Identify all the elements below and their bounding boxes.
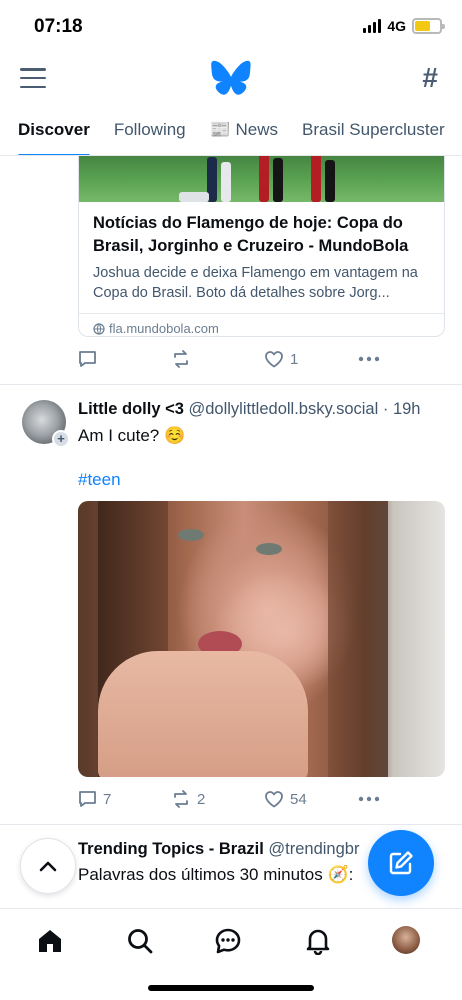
more-options-button[interactable] <box>358 787 380 811</box>
signal-icon <box>363 19 382 33</box>
post-actions: 7 2 54 <box>78 787 448 811</box>
app-header: # <box>0 54 462 104</box>
display-name[interactable]: Little dolly <3 <box>78 400 184 418</box>
chevron-up-icon <box>39 861 57 872</box>
repost-button[interactable] <box>171 347 197 371</box>
nav-notifications[interactable] <box>302 925 334 957</box>
like-button[interactable]: 54 <box>264 787 307 811</box>
globe-icon <box>93 322 105 335</box>
bottom-nav <box>0 908 462 1000</box>
home-indicator <box>148 985 314 991</box>
avatar[interactable]: + <box>22 400 70 448</box>
reply-icon <box>79 351 96 367</box>
chat-icon <box>215 928 241 954</box>
post-separator <box>0 384 462 385</box>
post-text: Palavras dos últimos 30 minutos 🧭: <box>78 865 354 884</box>
battery-icon <box>412 18 445 34</box>
compose-pencil-icon <box>389 851 413 875</box>
reply-icon <box>79 791 96 807</box>
home-icon <box>39 930 61 952</box>
post-text: Am I cute? ☺️ <box>78 426 186 445</box>
butterfly-logo-icon[interactable] <box>211 60 251 96</box>
more-options-button[interactable] <box>358 347 380 371</box>
handle[interactable]: @trendingbr <box>268 840 359 858</box>
repost-icon <box>174 790 188 808</box>
heart-icon <box>265 351 283 368</box>
heart-icon <box>265 791 283 808</box>
repost-button[interactable]: 2 <box>171 787 205 811</box>
more-dots-icon <box>358 356 380 362</box>
link-title: Notícias do Flamengo de hoje: Copa do Br… <box>93 214 409 255</box>
feed-tabs: Discover Following 📰 News Brasil Supercl… <box>0 104 462 156</box>
feed[interactable]: Notícias do Flamengo de hoje: Copa do Br… <box>0 156 462 908</box>
status-icons: 4G <box>363 18 445 34</box>
bell-icon <box>306 929 330 955</box>
nav-chat[interactable] <box>212 925 244 957</box>
menu-icon[interactable] <box>20 66 46 90</box>
post-time: · 19h <box>382 400 421 418</box>
tab-brasil-supercluster[interactable]: Brasil Supercluster <box>302 104 445 155</box>
tab-following[interactable]: Following <box>114 104 186 155</box>
tab-news[interactable]: 📰 News <box>210 104 278 155</box>
repost-icon <box>174 350 188 368</box>
reply-button[interactable]: 7 <box>78 787 111 811</box>
post-header: Little dolly <3 @dollylittledoll.bsky.so… <box>78 400 448 419</box>
post-actions: 1 <box>78 347 448 371</box>
link-thumbnail <box>79 156 444 202</box>
compose-button[interactable] <box>368 830 434 896</box>
like-button[interactable]: 1 <box>264 347 298 371</box>
post-separator <box>0 824 462 825</box>
feeds-hash-icon[interactable]: # <box>422 62 438 94</box>
network-type: 4G <box>387 18 406 34</box>
handle[interactable]: @dollylittledoll.bsky.social <box>189 400 379 418</box>
scroll-to-top-button[interactable] <box>20 838 76 894</box>
link-domain: fla.mundobola.com <box>79 314 444 336</box>
link-preview-card[interactable]: Notícias do Flamengo de hoje: Copa do Br… <box>78 156 445 337</box>
display-name[interactable]: Trending Topics - Brazil <box>78 840 264 858</box>
nav-search[interactable] <box>124 925 156 957</box>
search-icon <box>128 929 153 954</box>
nav-profile-avatar[interactable] <box>392 926 420 954</box>
post-image[interactable] <box>78 501 445 777</box>
hashtag-link[interactable]: #teen <box>78 470 121 490</box>
status-bar: 07:18 4G <box>0 0 462 54</box>
follow-plus-icon[interactable]: + <box>52 430 70 448</box>
nav-home[interactable] <box>34 925 66 957</box>
reply-button[interactable] <box>78 347 103 371</box>
more-dots-icon <box>358 796 380 802</box>
status-time: 07:18 <box>34 16 83 37</box>
tab-discover[interactable]: Discover <box>18 104 90 155</box>
link-description: Joshua decide e deixa Flamengo em vantag… <box>93 265 418 301</box>
